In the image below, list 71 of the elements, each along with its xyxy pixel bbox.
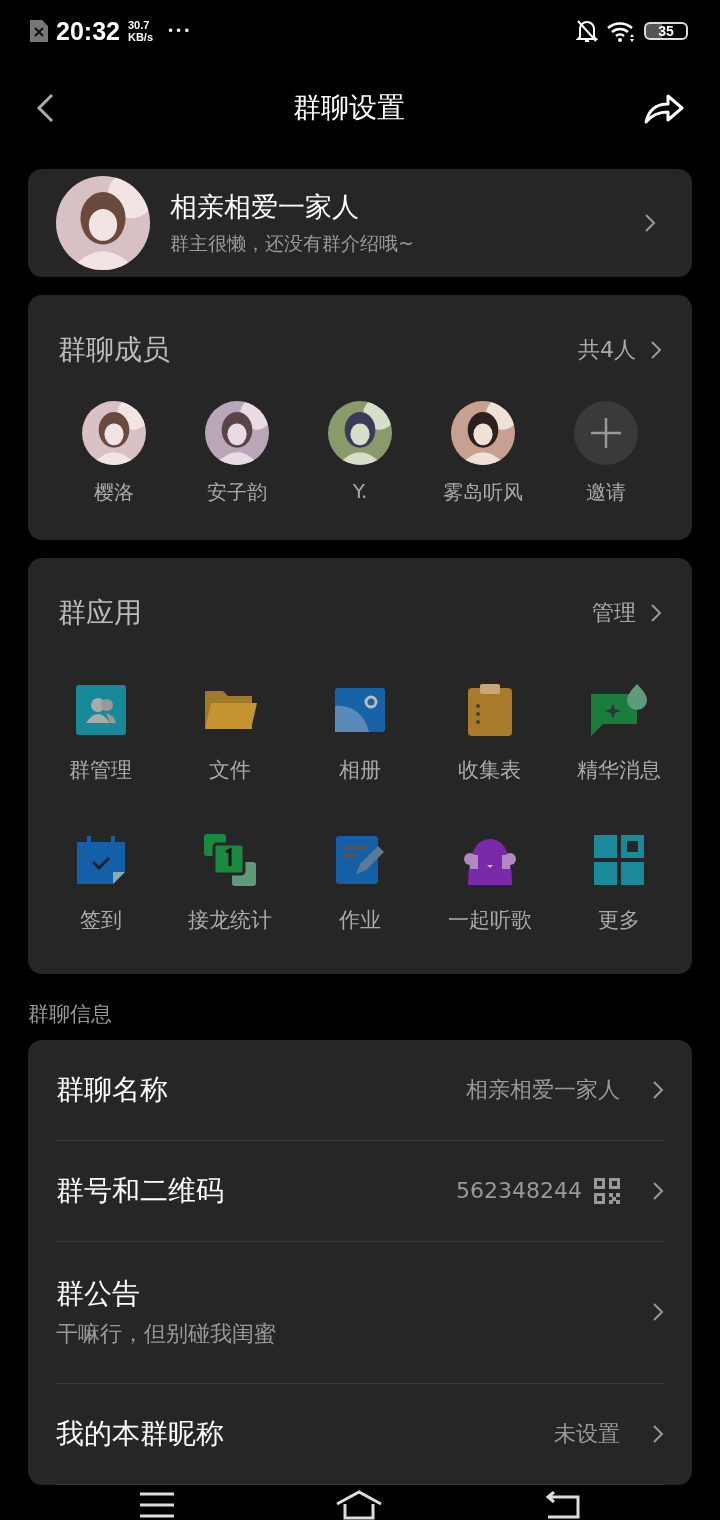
settings-row[interactable]: 群号和二维码 562348244 [56, 1140, 664, 1242]
app-shortcut[interactable]: 文件 [165, 681, 296, 784]
share-icon [644, 92, 684, 125]
row-label: 群聊名称 [56, 1071, 169, 1108]
app-shortcut[interactable]: 相册 [295, 681, 425, 784]
photo-album-icon [335, 687, 385, 732]
settings-row[interactable]: 群公告 干嘛行，但别碰我闺蜜 [56, 1241, 664, 1384]
network-speed-unit: KB/s [127, 31, 153, 44]
more-notifications-indicator: ••• [167, 24, 192, 39]
qr-code-icon [594, 1177, 620, 1204]
sim-card-icon [30, 20, 48, 43]
menu-button[interactable] [140, 1492, 175, 1518]
app-shortcut[interactable]: 一起听歌 [424, 831, 555, 934]
home-button[interactable] [335, 1490, 383, 1520]
row-label: 我的本群昵称 [56, 1415, 225, 1452]
status-time: 20:32 [56, 16, 120, 46]
app-shortcut[interactable]: 作业 [295, 831, 425, 934]
section-title: 群聊成员 [58, 331, 170, 368]
chevron-right-icon [652, 1180, 664, 1201]
app-shortcut[interactable]: 收集表 [424, 681, 555, 784]
back-button[interactable] [36, 93, 54, 124]
back-nav-button[interactable] [543, 1491, 580, 1519]
calendar-icon [76, 835, 125, 884]
battery-level: 35 [644, 22, 688, 41]
chevron-right-icon [650, 339, 662, 360]
member-name: 雾岛听风 [443, 478, 523, 506]
chevron-right-icon [650, 602, 662, 623]
member-name: 邀请 [586, 478, 626, 506]
app-shortcut[interactable]: 群管理 [36, 681, 166, 784]
back-icon [36, 93, 54, 124]
row-label: 群号和二维码 [56, 1172, 225, 1209]
wifi-icon [606, 20, 636, 43]
chevron-right-icon [652, 1302, 664, 1323]
app-shortcut[interactable]: 签到 [36, 831, 166, 934]
manage-link[interactable]: 管理 [592, 597, 662, 628]
row-value: 相亲相爱一家人 [466, 1075, 620, 1104]
group-profile-card[interactable]: 相亲相爱一家人 群主很懒，还没有群介绍哦~ [28, 168, 692, 277]
row-note: 干嘛行，但别碰我闺蜜 [56, 1320, 277, 1349]
row-value: 未设置 [554, 1419, 620, 1448]
edit-note-icon [336, 835, 384, 884]
row-label: 群公告 [56, 1276, 141, 1313]
bell-off-icon [576, 19, 598, 44]
settings-row[interactable]: 群聊名称 相亲相爱一家人 [56, 1039, 664, 1141]
stacked-squares-icon [204, 833, 257, 886]
group-intro: 群主很懒，还没有群介绍哦~ [170, 230, 415, 256]
page-title: 群聊设置 [293, 90, 405, 127]
share-button[interactable] [644, 92, 684, 125]
menu-icon [140, 1492, 175, 1518]
row-value: 562348244 [456, 1178, 582, 1204]
chevron-right-icon [652, 1079, 664, 1100]
return-icon [543, 1491, 580, 1519]
chat-bubble-icon [591, 683, 648, 736]
app-shortcut[interactable]: 接龙统计 [165, 831, 296, 934]
people-icon [75, 684, 126, 735]
member-count-link[interactable]: 共4人 [578, 334, 662, 365]
group-name: 相亲相爱一家人 [170, 189, 360, 224]
member-name: Y. [352, 478, 368, 503]
clipboard-icon [467, 683, 512, 736]
chevron-right-icon [644, 212, 656, 233]
section-label: 群聊信息 [28, 1000, 113, 1028]
settings-row[interactable]: 我的本群昵称 未设置 [56, 1383, 664, 1485]
plus-icon [591, 417, 621, 448]
chevron-right-icon [652, 1423, 664, 1444]
member-name: 安子韵 [207, 478, 267, 506]
grid-icon [594, 834, 645, 885]
app-shortcut[interactable]: 精华消息 [554, 681, 684, 784]
member-name: 樱洛 [94, 478, 134, 506]
app-shortcut[interactable]: 更多 [554, 831, 684, 934]
section-title: 群应用 [58, 594, 142, 631]
home-icon [335, 1490, 383, 1520]
network-speed-value: 30.7 [127, 19, 151, 32]
